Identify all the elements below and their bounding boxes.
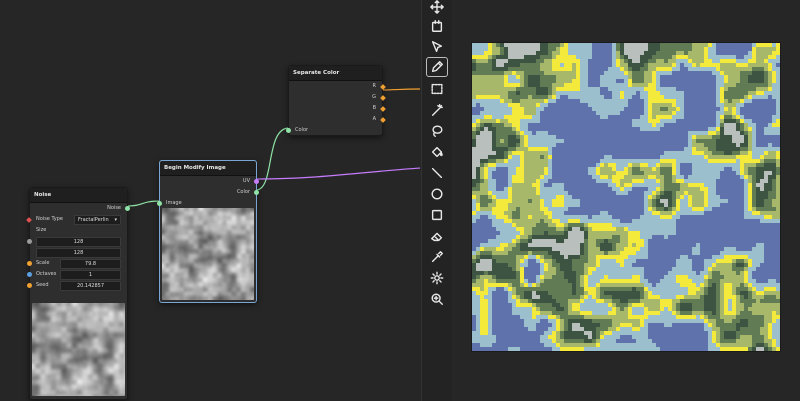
pixel-image-canvas[interactable] [471, 42, 781, 352]
noise-type-row: Noise Type FractalPerlin ▾ [26, 214, 127, 225]
zoom-icon [431, 293, 443, 305]
port-label: Color [295, 127, 309, 133]
sun-icon [430, 271, 444, 285]
size-x-row: 128 [27, 236, 127, 247]
output-g: G [289, 92, 386, 103]
brightness-tool[interactable] [426, 268, 448, 288]
output-a: A [289, 114, 386, 125]
scale-row: Scale 79.8 [27, 258, 127, 269]
node-graph-editor[interactable]: Separate Color R G B A Color Begin Modif… [0, 0, 420, 401]
circle-icon [431, 188, 443, 200]
rectangle-tool[interactable] [426, 205, 448, 225]
line-icon [431, 167, 443, 179]
node-title: Noise [30, 188, 127, 203]
param-label: Size [36, 227, 47, 233]
magic-wand-tool[interactable] [426, 100, 448, 120]
noise-node[interactable]: Noise Noise Noise Type FractalPerlin ▾ Si… [26, 187, 130, 400]
node-title: Separate Color [289, 66, 382, 81]
param-label: Octaves [36, 271, 57, 277]
lasso-icon [432, 125, 443, 137]
move-tool[interactable] [426, 0, 448, 17]
wand-icon [431, 104, 443, 116]
seed-row: Seed 20.142857 [27, 280, 127, 291]
fill-tool[interactable] [426, 142, 448, 162]
seed-port[interactable] [27, 283, 32, 288]
size-label-row: Size [30, 225, 127, 236]
size-port[interactable] [27, 239, 32, 244]
scale-field[interactable]: 79.8 [60, 259, 121, 269]
port-label: Color [236, 189, 250, 195]
port-label: A [372, 116, 376, 122]
lasso-tool[interactable] [426, 121, 448, 141]
param-label: Seed [36, 282, 49, 288]
frame-icon [431, 20, 443, 32]
scale-port[interactable] [27, 261, 32, 266]
bucket-icon [431, 146, 443, 158]
param-label: Scale [36, 260, 50, 266]
octaves-field[interactable]: 1 [60, 270, 121, 280]
eraser-icon [431, 232, 443, 242]
noise-type-port[interactable] [26, 216, 32, 223]
output-uv: UV [160, 176, 259, 187]
pencil-icon [431, 61, 443, 73]
noise-type-dropdown[interactable]: FractalPerlin ▾ [74, 215, 121, 225]
size-x-field[interactable]: 128 [36, 237, 121, 247]
line-tool[interactable] [426, 163, 448, 183]
pencil-tool[interactable] [426, 57, 448, 77]
square-icon [431, 209, 443, 221]
pointer-tool[interactable] [426, 37, 448, 57]
wire-noise-to-image[interactable] [125, 200, 161, 207]
wire-color-to-separate[interactable] [255, 127, 290, 191]
chevron-down-icon: ▾ [114, 217, 117, 223]
eraser-tool[interactable] [426, 226, 448, 246]
marquee-icon [431, 83, 443, 95]
output-b: B [289, 103, 386, 114]
output-r: R [289, 81, 386, 92]
eyedropper-icon [431, 251, 443, 263]
node-title: Begin Modify Image [160, 161, 256, 176]
port-label: G [372, 94, 376, 100]
zoom-tool[interactable] [426, 289, 448, 309]
wire-uv-out[interactable] [255, 167, 420, 180]
color-output-port[interactable] [254, 190, 259, 195]
noise-output-port[interactable] [125, 206, 130, 211]
begin-modify-image-node[interactable]: Begin Modify Image UV Color Image [157, 160, 259, 303]
port-label: B [372, 105, 376, 111]
ellipse-tool[interactable] [426, 184, 448, 204]
noise-preview [32, 303, 125, 396]
image-input-port[interactable] [157, 201, 162, 206]
size-y-row: 128 [30, 247, 127, 258]
output-noise: Noise [30, 203, 130, 214]
cursor-icon [431, 41, 443, 53]
port-label: Noise [107, 205, 121, 211]
color-input-port[interactable] [286, 128, 291, 133]
select-node-tool[interactable] [426, 16, 448, 36]
rect-select-tool[interactable] [426, 79, 448, 99]
input-color: Color [286, 125, 382, 136]
param-label: Noise Type [36, 216, 63, 222]
seed-field[interactable]: 20.142857 [60, 281, 121, 291]
eyedropper-tool[interactable] [426, 247, 448, 267]
wire-r-out[interactable] [380, 88, 420, 91]
output-color: Color [160, 187, 259, 198]
separate-color-node[interactable]: Separate Color R G B A Color [286, 65, 386, 136]
image-preview [162, 208, 254, 300]
port-label: UV [242, 178, 250, 184]
octaves-row: Octaves 1 [27, 269, 127, 280]
move-icon [430, 0, 444, 14]
dropdown-value: FractalPerlin [78, 217, 109, 223]
image-canvas-area[interactable] [452, 0, 800, 401]
uv-output-port[interactable] [254, 179, 259, 184]
octaves-port[interactable] [27, 272, 32, 277]
port-label: R [372, 83, 376, 89]
size-y-field[interactable]: 128 [36, 248, 121, 258]
tool-palette [421, 0, 453, 401]
